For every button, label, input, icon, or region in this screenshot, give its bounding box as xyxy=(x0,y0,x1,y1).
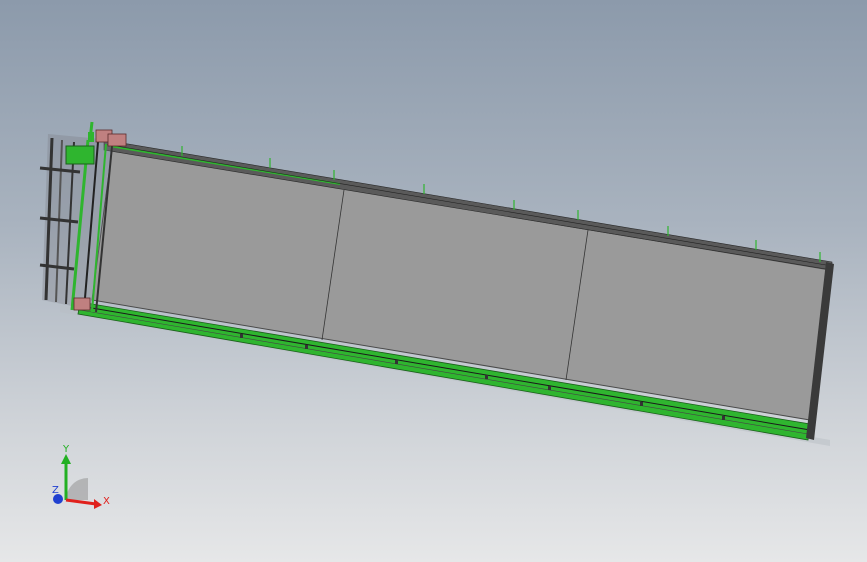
triad-plane xyxy=(66,478,88,500)
y-axis-arrow xyxy=(61,454,71,464)
x-axis-label: X xyxy=(103,496,110,507)
x-axis-arrow xyxy=(94,499,102,509)
coordinate-triad: Y X Z xyxy=(40,440,120,520)
z-axis-label: Z xyxy=(52,485,59,496)
y-axis-label: Y xyxy=(62,444,70,455)
model-view[interactable] xyxy=(0,0,867,562)
cad-viewport[interactable]: Y X Z xyxy=(0,0,867,562)
x-axis-line xyxy=(65,498,97,506)
